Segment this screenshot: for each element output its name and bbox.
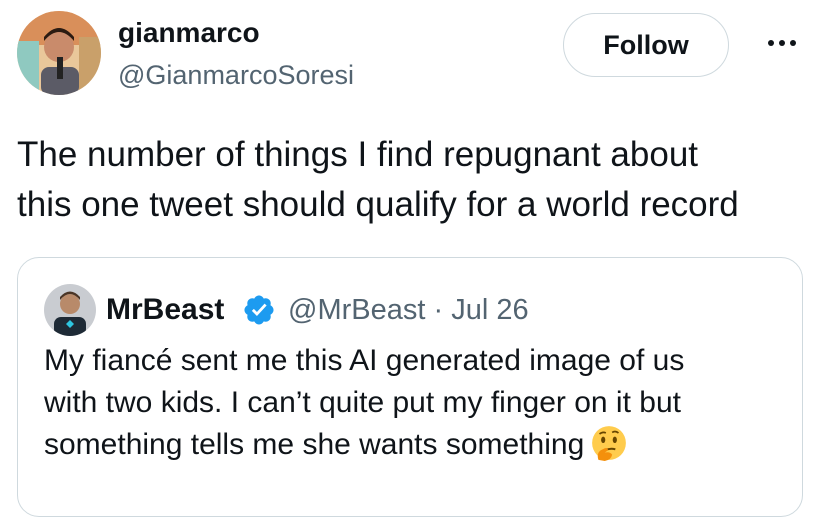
quoted-handle[interactable]: @MrBeast (288, 294, 425, 326)
tweet-text-line: this one tweet should qualify for a worl… (17, 185, 739, 224)
quoted-text-line: something tells me she wants something (44, 424, 784, 466)
thinking-face-icon (590, 424, 628, 462)
more-dots-icon (768, 40, 796, 46)
quoted-text-line-content: something tells me she wants something (44, 428, 585, 461)
tweet-text: The number of things I find repugnant ab… (17, 130, 807, 230)
follow-button[interactable]: Follow (563, 13, 729, 77)
quoted-meta: @MrBeast · Jul 26 (288, 290, 529, 330)
quoted-text-line: with two kids. I can’t quite put my fing… (44, 386, 681, 419)
user-photo-avatar-icon (17, 11, 101, 95)
more-options-button[interactable] (762, 28, 802, 58)
quoted-author-avatar[interactable] (44, 284, 96, 336)
quoted-display-name[interactable]: MrBeast (106, 290, 224, 330)
tweet-text-line: The number of things I find repugnant ab… (17, 135, 699, 174)
author-avatar[interactable] (17, 11, 101, 95)
quoted-date[interactable]: Jul 26 (451, 294, 528, 326)
user-photo-avatar-icon (44, 284, 96, 336)
author-display-name[interactable]: gianmarco (118, 16, 260, 50)
quoted-tweet-text: My fiancé sent me this AI generated imag… (44, 340, 784, 466)
quoted-tweet-card[interactable]: MrBeast @MrBeast · Jul 26 My fiancé sent… (17, 257, 803, 517)
meta-separator: · (433, 294, 444, 326)
verified-badge-icon (242, 293, 276, 327)
quoted-text-line: My fiancé sent me this AI generated imag… (44, 344, 685, 377)
author-handle[interactable]: @GianmarcoSoresi (118, 58, 354, 92)
